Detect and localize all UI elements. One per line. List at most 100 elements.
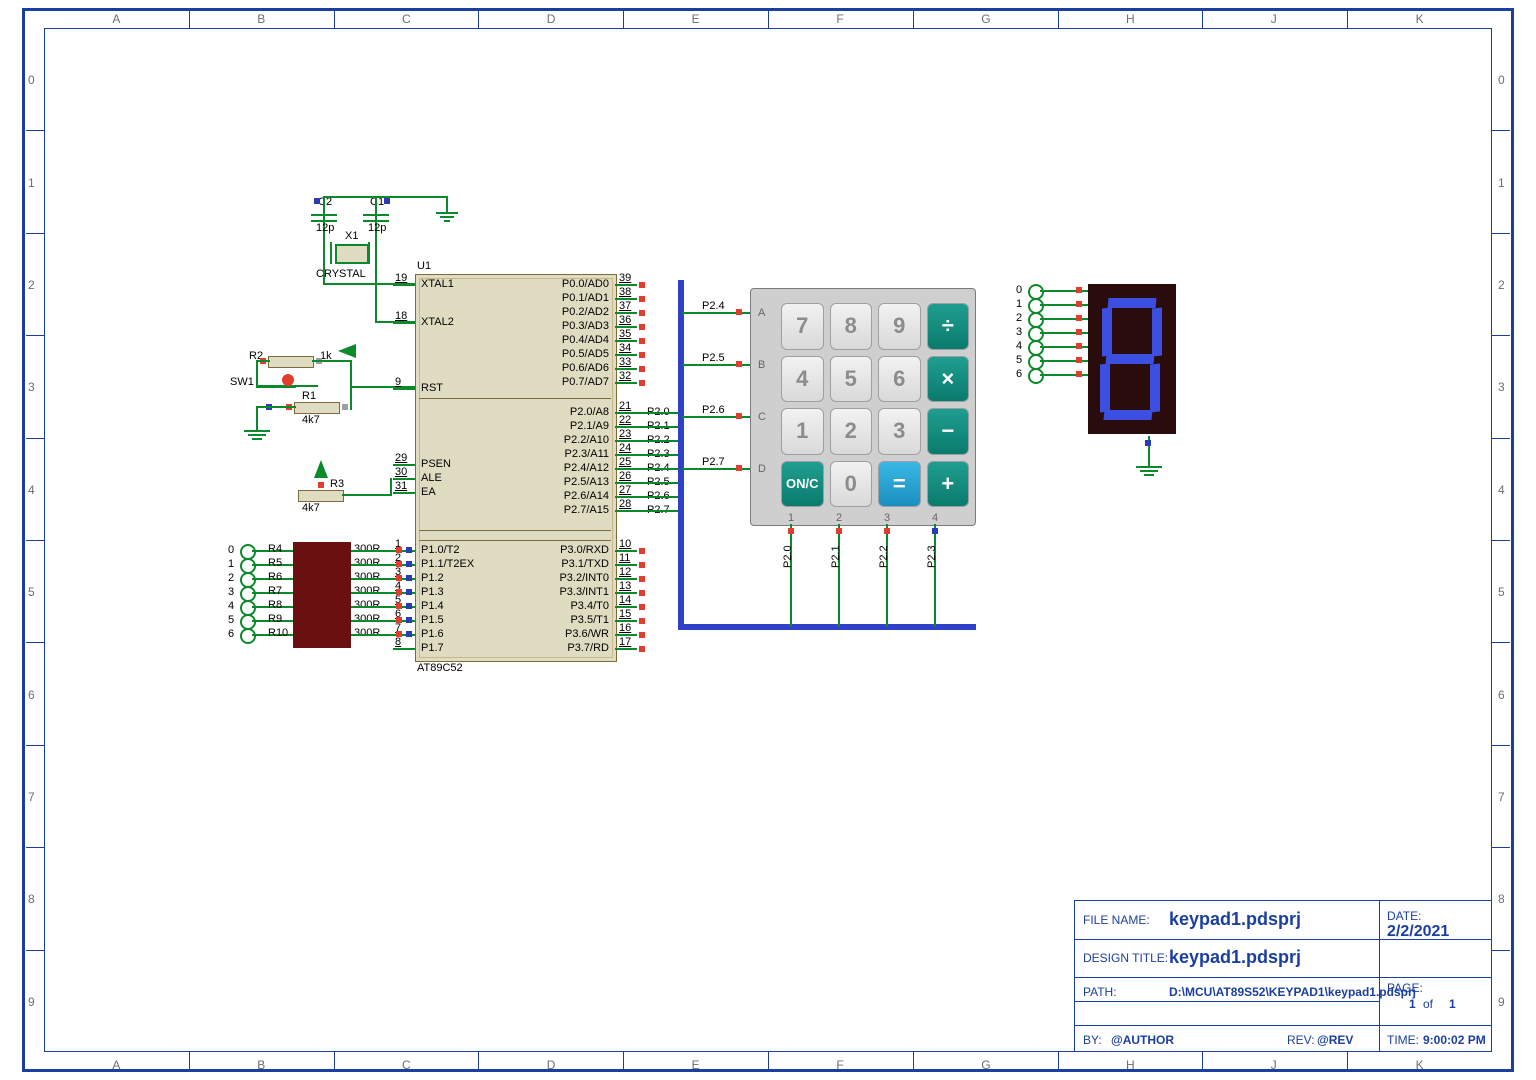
ruler-col: G — [981, 12, 990, 26]
ruler-row: 2 — [1498, 278, 1505, 292]
keypad-key[interactable]: 9 — [878, 303, 921, 350]
terminal-label: 4 — [1016, 340, 1022, 352]
ruler-row: 6 — [28, 688, 35, 702]
pin-name: P3.4/T0 — [570, 600, 609, 612]
terminal[interactable] — [240, 628, 256, 644]
resistor-value: 300R — [354, 613, 380, 625]
terminal-label: 1 — [1016, 298, 1022, 310]
keypad-col-label: 1 — [788, 512, 794, 524]
keypad-key[interactable]: ON/C — [781, 461, 824, 508]
ruler-row: 2 — [28, 278, 35, 292]
resistor-pack[interactable] — [293, 542, 351, 648]
keypad-key[interactable]: ÷ — [927, 303, 970, 350]
pin-number: 34 — [619, 342, 631, 354]
net-label: P2.6 — [702, 404, 725, 416]
net-label: P2.2 — [878, 545, 890, 568]
terminal[interactable] — [1028, 368, 1044, 384]
tb-date-label: DATE: — [1387, 909, 1421, 923]
pin-name: P0.3/AD3 — [562, 320, 609, 332]
keypad-key[interactable]: 7 — [781, 303, 824, 350]
keypad-col-label: 2 — [836, 512, 842, 524]
res-r1-ref: R1 — [302, 390, 316, 402]
keypad-key[interactable]: 5 — [830, 356, 873, 403]
tb-by-label: BY: — [1083, 1033, 1102, 1047]
pin-name: P0.0/AD0 — [562, 278, 609, 290]
res-r2[interactable] — [268, 356, 314, 368]
resistor-value: 300R — [354, 557, 380, 569]
keypad-key[interactable]: 3 — [878, 408, 921, 455]
keypad-key[interactable]: = — [878, 461, 921, 508]
keypad-key[interactable]: 2 — [830, 408, 873, 455]
net-label: P2.4 — [702, 300, 725, 312]
pin-number: 25 — [619, 456, 631, 468]
tb-page-tot: 1 — [1449, 997, 1456, 1011]
pin-name: P1.7 — [421, 642, 444, 654]
ruler-col: B — [257, 12, 265, 26]
ruler-row: 9 — [28, 995, 35, 1009]
res-r3-val: 4k7 — [302, 502, 320, 514]
keypad-key[interactable]: + — [927, 461, 970, 508]
resistor-ref: R5 — [268, 557, 282, 569]
pin-name: P2.6/A14 — [564, 490, 609, 502]
resistor-ref: R9 — [268, 613, 282, 625]
pin-name: XTAL2 — [421, 316, 454, 328]
ruler-row: 8 — [28, 892, 35, 906]
pin-name: P1.0/T2 — [421, 544, 460, 556]
pin-number: 32 — [619, 370, 631, 382]
keypad-row-label: D — [758, 463, 766, 475]
pin-name: P0.2/AD2 — [562, 306, 609, 318]
keypad-key[interactable]: 6 — [878, 356, 921, 403]
tb-path-label: PATH: — [1083, 985, 1117, 999]
keypad-key[interactable]: × — [927, 356, 970, 403]
ruler-col: D — [547, 12, 556, 26]
crystal-ref: X1 — [345, 230, 358, 242]
keypad-4x4[interactable]: 789÷456×123−ON/C0=+ — [750, 288, 976, 526]
pin-name: P3.0/RXD — [560, 544, 609, 556]
pin-number: 10 — [619, 538, 631, 550]
pin-name: EA — [421, 486, 436, 498]
keypad-key[interactable]: 8 — [830, 303, 873, 350]
keypad-key[interactable]: 0 — [830, 461, 873, 508]
pin-name: P1.5 — [421, 614, 444, 626]
pin-number: 27 — [619, 484, 631, 496]
pin-number: 23 — [619, 428, 631, 440]
res-r3[interactable] — [298, 490, 344, 502]
pin-number: 30 — [395, 466, 407, 478]
pin-name: P0.4/AD4 — [562, 334, 609, 346]
terminal-label: 5 — [228, 614, 234, 626]
pin-number: 21 — [619, 400, 631, 412]
keypad-col-label: 4 — [932, 512, 938, 524]
terminal-label: 0 — [228, 544, 234, 556]
keypad-key[interactable]: 4 — [781, 356, 824, 403]
keypad-row-label: C — [758, 411, 766, 423]
ruler-col: A — [112, 12, 120, 26]
pin-name: P1.4 — [421, 600, 444, 612]
pin-number: 16 — [619, 622, 631, 634]
pin-name: P2.2/A10 — [564, 434, 609, 446]
resistor-ref: R4 — [268, 543, 282, 555]
pin-number: 38 — [619, 286, 631, 298]
switch-sw1: SW1 — [230, 376, 254, 388]
tb-page-label: PAGE: — [1387, 981, 1423, 995]
terminal-label: 4 — [228, 600, 234, 612]
pin-number: 17 — [619, 636, 631, 648]
terminal-label: 0 — [1016, 284, 1022, 296]
pin-number: 36 — [619, 314, 631, 326]
schematic-canvas[interactable]: AABBCCDDEEFFGGHHJJKK00112233445566778899… — [0, 0, 1536, 1080]
res-r1-val: 4k7 — [302, 414, 320, 426]
crystal-body[interactable] — [335, 244, 369, 264]
seven-segment-display[interactable] — [1088, 284, 1176, 434]
pin-number: 15 — [619, 608, 631, 620]
pin-name: P2.0/A8 — [570, 406, 609, 418]
pin-number: 13 — [619, 580, 631, 592]
pin-name: P2.3/A11 — [565, 448, 609, 460]
res-r1[interactable] — [294, 402, 340, 414]
pin-number: 28 — [619, 498, 631, 510]
ruler-row: 3 — [1498, 380, 1505, 394]
resistor-value: 300R — [354, 543, 380, 555]
pin-name: ALE — [421, 472, 442, 484]
vcc-arrow-icon — [310, 460, 332, 482]
keypad-key[interactable]: 1 — [781, 408, 824, 455]
pin-number: 24 — [619, 442, 631, 454]
keypad-key[interactable]: − — [927, 408, 970, 455]
